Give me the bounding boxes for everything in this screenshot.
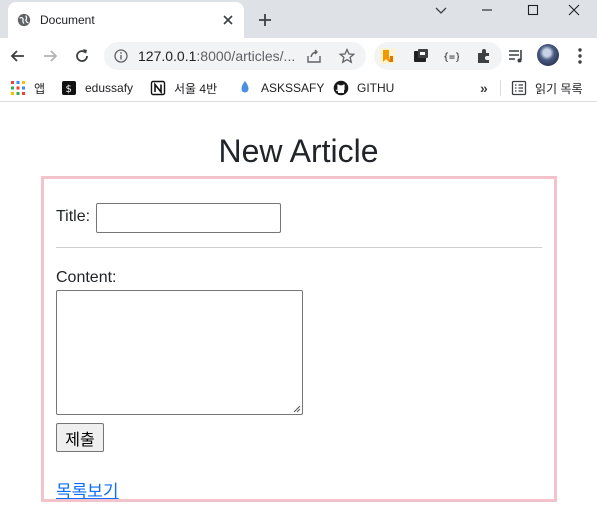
reload-icon[interactable] — [72, 46, 92, 66]
kebab-menu-icon[interactable] — [570, 46, 590, 66]
maximize-button[interactable] — [510, 0, 556, 30]
apps-grid-icon — [11, 81, 25, 95]
chevron-down-icon — [435, 7, 447, 14]
bookmark-label: ASKSSAFY — [261, 81, 325, 95]
bookmark-label: 서울 4반 — [174, 81, 218, 96]
reading-list-button[interactable]: 읽기 목록 — [511, 79, 583, 97]
bookmark-label: edussafy — [85, 81, 134, 95]
browser-toolbar: 127.0.0.1:8000/articles/... {=} — [0, 38, 597, 74]
bookmark-label: 앱 — [34, 81, 46, 96]
page-title: New Article — [218, 133, 379, 169]
article-list-link[interactable]: 목록보기 — [56, 477, 119, 502]
extension-dark-icon[interactable] — [413, 48, 429, 64]
resize-grip-icon[interactable] — [293, 405, 301, 413]
title-input[interactable] — [96, 203, 281, 233]
puzzle-extensions-icon[interactable] — [476, 48, 492, 64]
bookmark-seoul[interactable]: 서울 4반 — [150, 79, 217, 97]
profile-avatar[interactable] — [537, 44, 559, 66]
form-divider — [56, 247, 542, 248]
content-label: Content: — [56, 269, 117, 286]
github-icon — [333, 80, 349, 96]
url-text: 127.0.0.1:8000/articles/... — [138, 48, 295, 64]
extension-bookmark-icon[interactable] — [379, 48, 395, 64]
minimize-icon — [482, 9, 492, 11]
back-arrow-icon[interactable] — [8, 46, 28, 66]
svg-text:{=}: {=} — [443, 52, 459, 63]
extensions-group: {=} — [374, 42, 502, 70]
reading-list-label: 읽기 목록 — [535, 81, 583, 96]
url-path: :8000/articles/... — [196, 48, 296, 64]
tab-search-button[interactable] — [418, 0, 464, 30]
bookmarks-overflow-button[interactable]: » — [480, 79, 488, 97]
close-icon — [568, 4, 580, 16]
new-tab-icon[interactable] — [257, 12, 273, 28]
edussafy-icon: $ — [62, 81, 76, 95]
bookmarks-bar: 앱 $ edussafy 서울 4반 ASKSSAFY GITHU » 읽기 목… — [0, 74, 597, 102]
reading-list-icon — [511, 80, 527, 96]
close-tab-icon[interactable] — [220, 12, 236, 28]
address-bar[interactable]: 127.0.0.1:8000/articles/... — [104, 42, 366, 70]
bookmark-star-icon[interactable] — [339, 48, 355, 64]
globe-icon — [17, 13, 31, 27]
bookmark-github[interactable]: GITHU — [333, 79, 394, 97]
svg-text:$: $ — [66, 84, 72, 95]
chevron-double-right-icon: » — [480, 80, 488, 96]
submit-button[interactable]: 제출 — [56, 423, 104, 452]
json-viewer-icon[interactable]: {=} — [443, 48, 459, 64]
bookmark-label: GITHU — [357, 81, 395, 95]
share-icon[interactable] — [306, 48, 322, 64]
media-control-icon[interactable] — [506, 46, 526, 66]
bookmark-askssafy[interactable]: ASKSSAFY — [237, 79, 324, 97]
tab-title: Document — [40, 13, 95, 27]
content-textarea[interactable] — [56, 290, 303, 415]
minimize-button[interactable] — [464, 0, 510, 30]
info-icon[interactable] — [114, 49, 128, 63]
maximize-icon — [527, 4, 539, 16]
tab-document[interactable]: Document — [8, 2, 244, 38]
url-host: 127.0.0.1 — [138, 48, 197, 64]
tab-strip: Document — [0, 0, 597, 38]
page-content: New Article Title: Content: 제출 목록보기 — [0, 103, 597, 512]
title-label: Title: — [56, 208, 91, 225]
close-window-button[interactable] — [551, 0, 597, 30]
bookmark-apps[interactable]: 앱 — [10, 79, 45, 97]
notion-icon — [150, 80, 166, 96]
bookmark-edussafy[interactable]: $ edussafy — [61, 79, 133, 97]
pin-icon — [241, 81, 249, 93]
forward-arrow-icon[interactable] — [40, 46, 60, 66]
bookmarks-divider — [500, 80, 501, 96]
article-form: Title: Content: 제출 목록보기 — [41, 176, 557, 502]
